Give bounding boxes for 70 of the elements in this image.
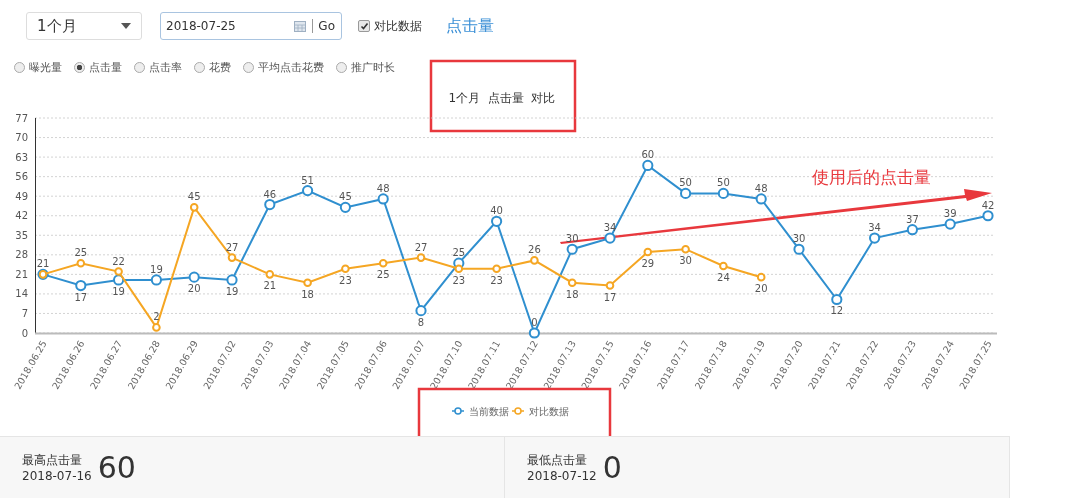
y-tick-label: 70 [15,132,28,144]
data-label: 30 [679,255,692,267]
y-tick-label: 35 [15,229,28,241]
y-tick-label: 0 [21,327,28,339]
data-label: 18 [301,288,314,300]
data-label: 8 [417,316,425,328]
y-tick-label: 21 [15,268,28,280]
data-label: 60 [641,149,655,161]
data-label: 23 [490,274,503,286]
data-label: 27 [414,241,428,253]
data-label: 12 [830,305,844,317]
data-label: 23 [452,274,466,286]
data-label: 19 [112,285,125,297]
radio-label: 点击率 [149,59,182,75]
data-label: 50 [679,177,692,189]
data-label: 17 [74,291,88,303]
y-tick-label: 49 [15,190,28,202]
data-label: 17 [603,291,617,303]
chart-title: 1个月 点击量 对比 [448,91,556,105]
y-tick-label: 42 [15,210,28,222]
stat-label: 最高点击量 [22,451,83,468]
radio-label: 曝光量 [29,59,62,75]
y-tick-label: 63 [15,151,28,163]
data-label: 40 [490,205,503,217]
y-tick-label: 77 [15,112,28,124]
data-label: 51 [301,174,314,186]
stat-value: 0 [602,450,622,485]
y-tick-label: 56 [15,171,28,183]
annotation-text: 使用后的点击量 [812,167,931,187]
data-label: 20 [187,283,201,295]
data-label: 22 [112,255,125,267]
data-label: 21 [263,280,277,292]
data-label: 46 [263,188,277,200]
data-label: 23 [339,274,352,286]
data-label: 0 [531,317,538,328]
data-label: 42 [981,199,995,211]
stat-date: 2018-07-16 [22,467,92,484]
data-label: 45 [187,191,201,203]
data-label: 50 [717,177,730,189]
data-label: 20 [754,283,768,295]
data-label: 37 [906,213,919,225]
radio-label: 平均点击花费 [258,59,324,75]
data-label: 45 [339,191,352,203]
data-label: 39 [943,208,957,220]
radio-label: 推广时长 [351,59,395,75]
y-tick-label: 7 [21,307,28,319]
data-label: 30 [792,233,806,245]
data-label: 27 [225,241,239,253]
data-label: 25 [376,269,390,281]
radio-label: 花费 [209,59,231,75]
data-label: 34 [868,222,881,234]
stat-value: 60 [97,450,136,485]
y-tick-label: 14 [15,288,28,300]
data-label: 24 [717,272,730,283]
data-label: 18 [565,288,579,300]
y-tick-label: 28 [15,249,28,261]
data-label: 48 [754,182,768,194]
data-label: 21 [36,258,50,270]
data-label: 48 [376,182,390,194]
radio-label: 点击量 [89,59,122,75]
data-label: 25 [74,247,88,259]
data-label: 25 [452,247,466,259]
stat-label: 最低点击量 [527,451,588,468]
data-label: 29 [641,258,655,270]
stat-date: 2018-07-12 [527,467,597,484]
data-label: 19 [225,285,239,297]
compare-label: 对比数据 [374,17,422,35]
data-label: 2 [153,311,160,323]
data-label: 19 [150,263,163,275]
data-label: 26 [528,244,541,256]
